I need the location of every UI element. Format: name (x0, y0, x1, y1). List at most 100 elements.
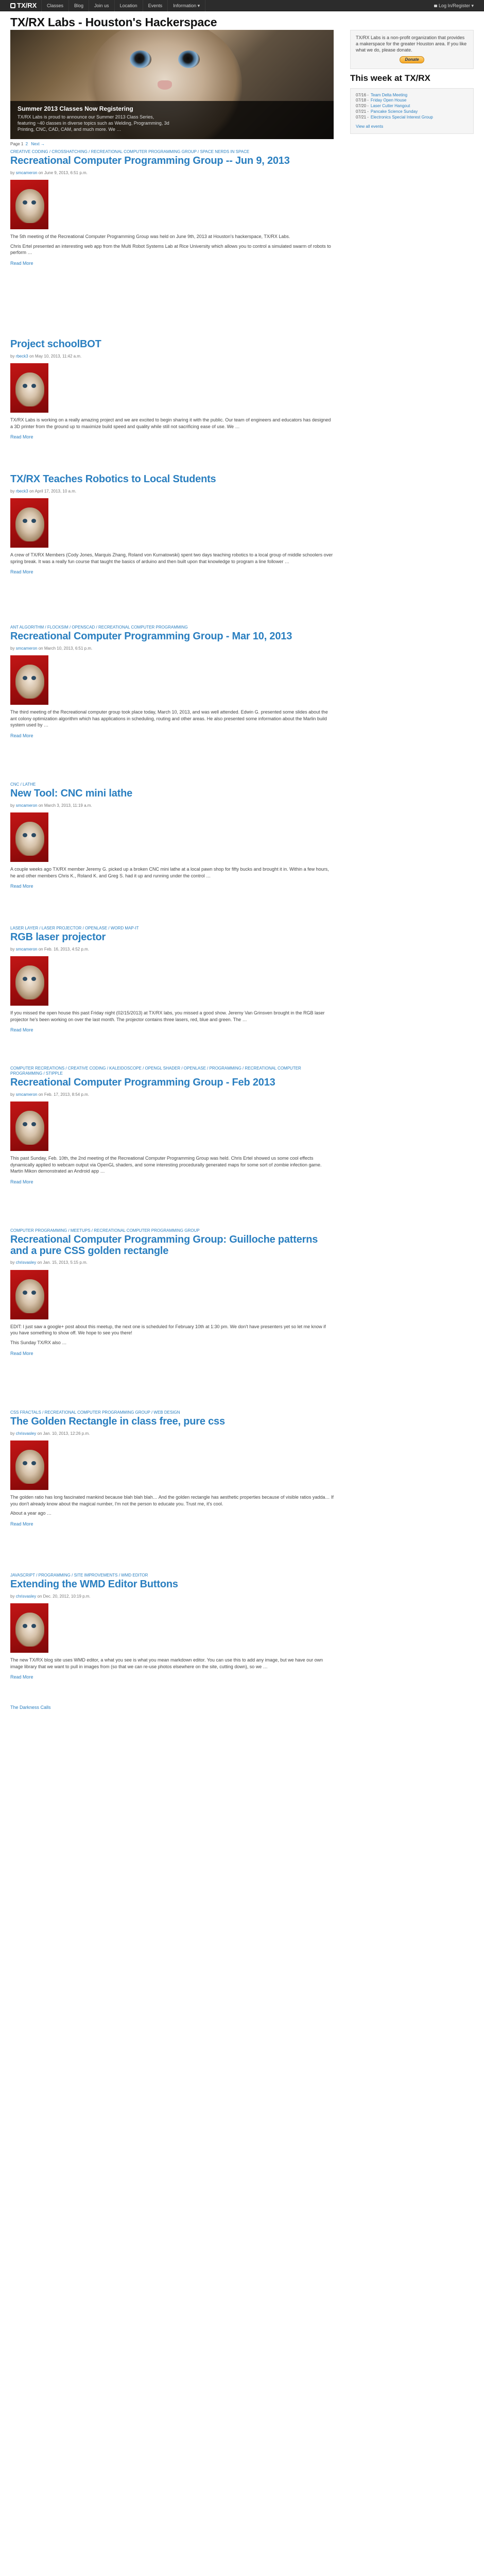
lock-icon (434, 5, 437, 7)
donate-box: TX/RX Labs is a non-profit organization … (350, 30, 474, 69)
post-title[interactable]: The Golden Rectangle in class free, pure… (10, 1416, 334, 1428)
post-categories[interactable]: COMPUTER PROGRAMMING / MEETUPS / RECREAT… (10, 1228, 334, 1233)
read-more-link[interactable]: Read More (10, 260, 33, 267)
hero-title[interactable]: Summer 2013 Classes Now Registering (18, 105, 326, 113)
post-author-link[interactable]: smcameron (16, 171, 38, 175)
post-meta: by rbeck3 on May 10, 2013, 11:42 a.m. (10, 353, 334, 360)
nav-join-us[interactable]: Join us (89, 0, 115, 11)
post-by: by (10, 1431, 15, 1436)
kitten-image (15, 1111, 44, 1145)
read-more-link[interactable]: Read More (10, 569, 33, 575)
post-title[interactable]: Recreational Computer Programming Group … (10, 631, 334, 642)
post-date: on Dec. 20, 2012, 10:19 p.m. (37, 1594, 91, 1599)
post-title[interactable]: Recreational Computer Programming Group … (10, 155, 334, 167)
event-link[interactable]: Electronics Special Interest Group (371, 115, 433, 120)
post-categories[interactable]: COMPUTER RECREATIONS / CREATIVE CODING /… (10, 1066, 334, 1076)
post-title[interactable]: TX/RX Teaches Robotics to Local Students (10, 473, 334, 485)
read-more-link[interactable]: Read More (10, 1027, 33, 1033)
view-all-events-link[interactable]: View all events (356, 124, 468, 130)
post-paragraph: TX/RX Labs is working on a really amazin… (10, 417, 331, 429)
post-date: on Feb. 16, 2013, 4:52 p.m. (38, 946, 90, 952)
blog-post: CREATIVE CODING / CROSSHATCHING / RECREA… (10, 149, 334, 267)
post-title[interactable]: Project schoolBOT (10, 338, 334, 350)
post-author-link[interactable]: smcameron (16, 1092, 38, 1097)
post-categories[interactable]: JAVASCRIPT / PROGRAMMING / SITE IMPROVEM… (10, 1573, 334, 1578)
post-paragraph: Chris Ertel presented an interesting web… (10, 243, 331, 256)
read-more-link[interactable]: Read More (10, 1350, 33, 1357)
post-thumbnail[interactable] (10, 1603, 48, 1653)
post-thumbnail[interactable] (10, 1101, 48, 1151)
blog-post: COMPUTER RECREATIONS / CREATIVE CODING /… (10, 1066, 334, 1186)
post-categories[interactable]: CSS FRACTALS / RECREATIONAL COMPUTER PRO… (10, 1410, 334, 1415)
login-register-dropdown[interactable]: Log In/Register ▾ (434, 0, 474, 11)
post-thumbnail[interactable] (10, 498, 48, 548)
featured-slider[interactable]: Summer 2013 Classes Now Registering TX/R… (10, 30, 334, 139)
post-author-link[interactable]: smcameron (16, 947, 38, 952)
event-link[interactable]: Friday Open House (371, 98, 406, 103)
blog-post: ANT ALGORITHM / FLOCKSIM / OPENSCAD / RE… (10, 625, 334, 740)
post-title[interactable]: Recreational Computer Programming Group … (10, 1077, 334, 1089)
donate-button[interactable]: Donate (400, 56, 424, 64)
post-by: by (10, 1092, 15, 1097)
page-2-link[interactable]: 2 (26, 142, 28, 146)
post-thumbnail[interactable] (10, 180, 48, 230)
post-categories[interactable]: ANT ALGORITHM / FLOCKSIM / OPENSCAD / RE… (10, 625, 334, 630)
post-author-link[interactable]: chrisvasley (16, 1594, 37, 1599)
next-post-link[interactable]: The Darkness Calls (10, 1704, 51, 1711)
event-date: 07/20 - (356, 104, 369, 109)
post-paragraph: If you missed the open house this past F… (10, 1010, 325, 1022)
donate-text: TX/RX Labs is a non-profit organization … (356, 35, 467, 53)
post-title[interactable]: Extending the WMD Editor Buttons (10, 1579, 334, 1590)
event-item: 07/16 - Team Delta Meeting (356, 93, 468, 98)
post-excerpt: If you missed the open house this past F… (10, 1010, 334, 1023)
post-title[interactable]: Recreational Computer Programming Group:… (10, 1234, 334, 1257)
post-meta: by smcameron on Feb. 16, 2013, 4:52 p.m. (10, 946, 334, 953)
blog-post: LASER LAYER / LASER PROJECTOR / OPENLASE… (10, 926, 334, 1035)
post-title[interactable]: RGB laser projector (10, 931, 334, 943)
post-date: on March 10, 2013, 6:51 p.m. (38, 646, 93, 651)
post-thumbnail[interactable] (10, 812, 48, 862)
post-categories[interactable]: CREATIVE CODING / CROSSHATCHING / RECREA… (10, 149, 334, 155)
post-author-link[interactable]: rbeck3 (16, 354, 28, 359)
read-more-link[interactable]: Read More (10, 434, 33, 440)
post-title[interactable]: New Tool: CNC mini lathe (10, 788, 334, 800)
read-more-link[interactable]: Read More (10, 1674, 33, 1681)
pagination: Page 1 2 Next → (10, 141, 46, 147)
post-author-link[interactable]: smcameron (16, 646, 38, 651)
brand-link[interactable]: TX/RX (10, 1, 37, 11)
nav-blog[interactable]: Blog (69, 0, 90, 11)
post-categories[interactable]: LASER LAYER / LASER PROJECTOR / OPENLASE… (10, 926, 334, 931)
kitten-image (15, 507, 44, 542)
post-thumbnail[interactable] (10, 956, 48, 1006)
post-thumbnail[interactable] (10, 1440, 48, 1490)
post-author-link[interactable]: chrisvasley (16, 1260, 37, 1265)
nav-classes[interactable]: Classes (42, 0, 70, 11)
post-categories[interactable]: CNC / LATHE (10, 782, 334, 787)
blog-post: The Darkness Calls (10, 1703, 334, 1712)
nav-events[interactable]: Events (143, 0, 168, 11)
post-thumbnail[interactable] (10, 655, 48, 705)
read-more-link[interactable]: Read More (10, 1521, 33, 1528)
kitten-image (15, 665, 44, 699)
post-author-link[interactable]: rbeck3 (16, 489, 28, 494)
post-by: by (10, 488, 15, 494)
event-item: 07/21 - Pancake Science Sunday (356, 109, 468, 115)
post-thumbnail[interactable] (10, 1269, 48, 1319)
post-excerpt: This past Sunday, Feb. 10th, the 2nd mee… (10, 1155, 334, 1175)
post-thumbnail[interactable] (10, 363, 48, 413)
post-author-link[interactable]: smcameron (16, 803, 38, 808)
post-date: on Feb. 17, 2013, 8:54 p.m. (38, 1092, 90, 1097)
read-more-link[interactable]: Read More (10, 883, 33, 890)
read-more-link[interactable]: Read More (10, 733, 33, 739)
post-meta: by smcameron on Feb. 17, 2013, 8:54 p.m. (10, 1092, 334, 1098)
event-link[interactable]: Laser Cutter Hangout (371, 104, 410, 108)
post-excerpt: A crew of TX/RX Members (Cody Jones, Mar… (10, 552, 334, 565)
event-link[interactable]: Team Delta Meeting (371, 93, 407, 97)
event-link[interactable]: Pancake Science Sunday (371, 109, 418, 114)
post-author-link[interactable]: chrisvasley (16, 1431, 37, 1436)
blog-post: Project schoolBOT by rbeck3 on May 10, 2… (10, 338, 334, 442)
nav-location[interactable]: Location (115, 0, 143, 11)
nav-information-dropdown[interactable]: Information ▾ (168, 0, 206, 11)
next-page-link[interactable]: Next → (31, 142, 45, 146)
read-more-link[interactable]: Read More (10, 1179, 33, 1185)
